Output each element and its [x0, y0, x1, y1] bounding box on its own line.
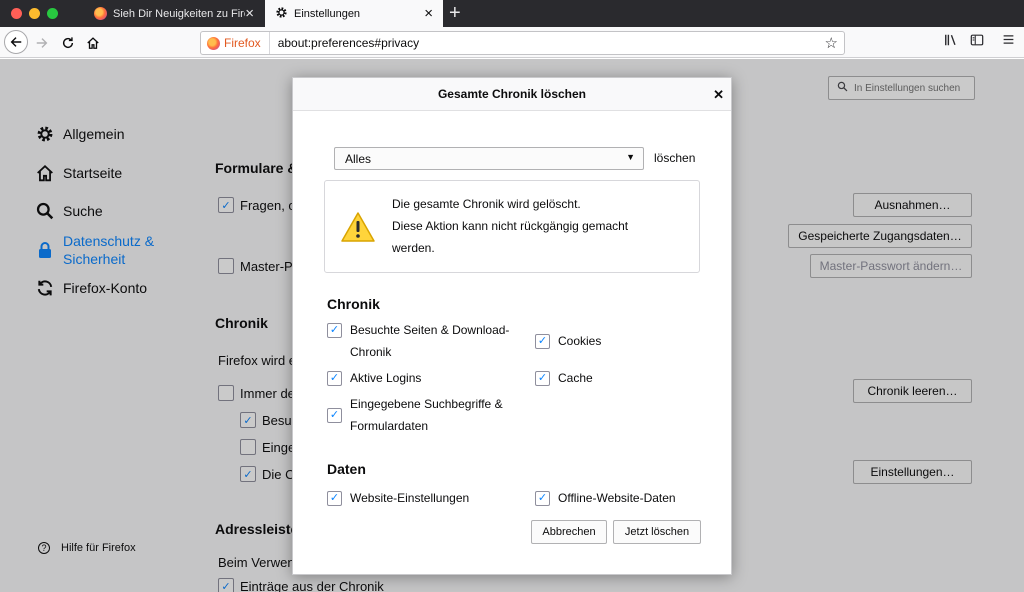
data-section-heading: Daten	[327, 461, 366, 477]
tab-settings[interactable]: Einstellungen ×	[265, 0, 443, 27]
checkbox-label: Website-Einstellungen	[350, 491, 470, 505]
checkbox-label: Besuchte Seiten & Download-	[350, 323, 510, 337]
checkbox-label: Cache	[558, 371, 593, 385]
reload-button[interactable]	[56, 31, 80, 55]
offline-data-checkbox[interactable]: ✓ Offline-Website-Daten	[535, 487, 676, 509]
time-range-suffix: löschen	[654, 151, 696, 165]
close-tab-icon[interactable]: ×	[245, 6, 254, 21]
checkbox-label: Eingegebene Suchbegriffe &	[350, 397, 503, 411]
url-text[interactable]: about:preferences#privacy	[270, 36, 825, 50]
forward-button[interactable]	[30, 31, 54, 55]
history-section-heading: Chronik	[327, 296, 380, 312]
checkbox-check: ✓	[327, 371, 342, 386]
window-minimize-button[interactable]	[29, 8, 40, 19]
checkbox-label: Aktive Logins	[350, 371, 422, 385]
cancel-button[interactable]: Abbrechen	[531, 520, 607, 544]
clear-now-button[interactable]: Jetzt löschen	[613, 520, 701, 544]
back-button[interactable]	[4, 30, 28, 54]
warning-line-2: Diese Aktion kann nicht rückgängig gemac…	[392, 219, 629, 233]
identity-label: Firefox	[224, 36, 261, 50]
window-zoom-button[interactable]	[47, 8, 58, 19]
dialog-title: Gesamte Chronik löschen	[437, 87, 587, 101]
checkbox-label: Offline-Website-Daten	[558, 491, 676, 505]
visited-pages-checkbox[interactable]: ✓ Besuchte Seiten & Download- Chronik	[327, 319, 509, 363]
checkbox-label: Cookies	[558, 334, 602, 348]
time-range-select[interactable]: Alles ▼	[334, 147, 644, 170]
menu-icon[interactable]	[1002, 33, 1015, 49]
chevron-down-icon: ▼	[626, 152, 635, 162]
sidebar-icon[interactable]	[970, 33, 984, 50]
navigation-toolbar: Firefox about:preferences#privacy ☆	[0, 27, 1024, 58]
warning-line-1: Die gesamte Chronik wird gelöscht.	[392, 197, 581, 211]
site-settings-checkbox[interactable]: ✓ Website-Einstellungen	[327, 487, 469, 509]
checkbox-check: ✓	[535, 371, 550, 386]
close-icon[interactable]: ✕	[713, 87, 724, 103]
url-bar[interactable]: Firefox about:preferences#privacy ☆	[200, 31, 845, 55]
checkbox-check: ✓	[327, 408, 342, 423]
active-logins-checkbox[interactable]: ✓ Aktive Logins	[327, 367, 421, 389]
cookies-checkbox[interactable]: ✓ Cookies	[535, 330, 601, 352]
checkbox-check: ✓	[535, 334, 550, 349]
cache-checkbox[interactable]: ✓ Cache	[535, 367, 593, 389]
checkbox-check: ✓	[535, 491, 550, 506]
firefox-icon	[207, 36, 220, 50]
bookmark-star-icon[interactable]: ☆	[825, 34, 844, 52]
warning-box: Die gesamte Chronik wird gelöscht. Diese…	[324, 180, 700, 273]
home-button[interactable]	[81, 31, 105, 55]
dialog-header: Gesamte Chronik löschen ✕	[293, 78, 731, 111]
tab-title: Sieh Dir Neuigkeiten zu Firefox	[113, 7, 245, 20]
checkbox-check: ✓	[327, 323, 342, 338]
tab-strip: Sieh Dir Neuigkeiten zu Firefox × Einste…	[0, 0, 1024, 27]
gear-icon	[275, 6, 288, 22]
clear-history-dialog: Gesamte Chronik löschen ✕ Alles ▼ lösche…	[292, 77, 732, 575]
tab-title: Einstellungen	[294, 7, 361, 20]
time-range-value: Alles	[345, 151, 372, 166]
warning-line-3: werden.	[392, 241, 435, 255]
form-search-history-checkbox[interactable]: ✓ Eingegebene Suchbegriffe & Formulardat…	[327, 393, 503, 437]
window-close-button[interactable]	[11, 8, 22, 19]
checkbox-label-line2: Formulardaten	[350, 419, 429, 433]
tab-firefox-news[interactable]: Sieh Dir Neuigkeiten zu Firefox ×	[84, 0, 264, 27]
library-icon[interactable]	[944, 33, 958, 50]
checkbox-label-line2: Chronik	[350, 345, 392, 359]
new-tab-button[interactable]: +	[449, 2, 461, 24]
checkbox-check: ✓	[327, 491, 342, 506]
identity-box[interactable]: Firefox	[201, 32, 270, 54]
close-tab-icon[interactable]: ×	[424, 6, 433, 21]
warning-icon	[340, 211, 376, 243]
firefox-icon	[94, 7, 107, 20]
